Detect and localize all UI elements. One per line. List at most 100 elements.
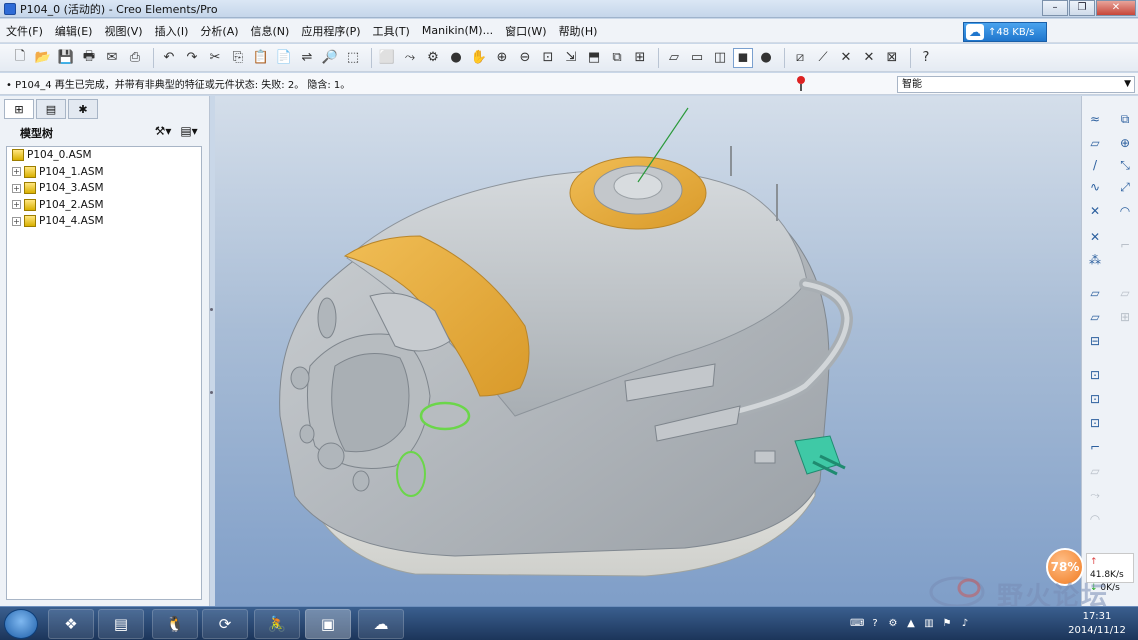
copy-icon[interactable]: ⎘ [228,48,248,68]
point-tags-icon[interactable]: ✕ [859,48,879,68]
cut-icon[interactable]: ✂ [205,48,225,68]
no-hidden-icon[interactable]: ◫ [710,48,730,68]
expand-icon[interactable]: + [12,200,21,210]
tree-root[interactable]: P104_0.ASM [7,147,201,164]
pattern-icon[interactable]: ⊞ [1116,308,1134,326]
taskbar-app-browser[interactable]: ⟳ [202,609,248,639]
network-speed-widget[interactable]: ☁ ↑ 48 KB/s [963,22,1047,42]
menu-help[interactable]: 帮助(H) [559,23,598,39]
taskbar-app-cyclist[interactable]: 🚴 [254,609,300,639]
context-help-icon[interactable]: ? [916,48,936,68]
mirror-icon[interactable]: ⊕ [1116,134,1134,152]
flag-icon[interactable]: ⚑ [940,617,954,631]
zoom-out-icon[interactable]: ⊖ [515,48,535,68]
redo-icon[interactable]: ↷ [182,48,202,68]
reorient-icon[interactable]: ⇲ [561,48,581,68]
menu-insert[interactable]: 插入(I) [155,23,189,39]
tree-item[interactable]: + P104_4.ASM [7,213,201,230]
print-icon[interactable]: 🖶 [79,48,99,68]
help-icon[interactable]: ? [868,617,882,631]
keyboard-icon[interactable]: ⌨ [850,617,864,631]
intersect-icon[interactable]: ⌐ [1116,236,1134,254]
tree-item[interactable]: + P104_2.ASM [7,197,201,214]
network-icon[interactable]: ▥ [922,617,936,631]
solidify-icon[interactable]: ▱ [1116,284,1134,302]
revolve-icon[interactable]: ⊡ [1086,390,1104,408]
zoom-in-icon[interactable]: ⊕ [492,48,512,68]
datum-planes-icon[interactable]: ⧄ [790,48,810,68]
wireframe-icon[interactable]: ▱ [664,48,684,68]
menu-manikin[interactable]: Manikin(M)... [422,24,493,37]
view-manager-icon[interactable]: ⊞ [630,48,650,68]
pipe-icon[interactable]: ⌐ [1086,438,1104,456]
coordinate-system-tool-icon[interactable]: ⁂ [1086,251,1104,269]
expand-icon[interactable]: + [12,183,21,193]
menu-edit[interactable]: 编辑(E) [55,23,93,39]
tree-item[interactable]: + P104_1.ASM [7,164,201,181]
system-clock[interactable]: 17:31 2014/11/12 [1062,610,1132,638]
find-icon[interactable]: 🔎 [320,48,340,68]
create-component-icon[interactable]: ▱ [1086,308,1104,326]
graphics-window[interactable] [215,96,1081,606]
select-box-icon[interactable]: ⬚ [343,48,363,68]
assemble-icon[interactable]: ▱ [1086,284,1104,302]
coordinate-systems-icon[interactable]: ⊠ [882,48,902,68]
chamfer-icon[interactable]: ◠ [1086,510,1104,528]
selection-filter-select[interactable]: 智能 ▼ [897,76,1135,93]
appearance-sphere-icon[interactable]: ● [446,48,466,68]
menu-window[interactable]: 窗口(W) [505,23,546,39]
volume-icon[interactable]: ♪ [958,617,972,631]
menu-view[interactable]: 视图(V) [104,23,142,39]
trim-icon[interactable]: ◠ [1116,202,1134,220]
layers-icon[interactable]: ⧉ [607,48,627,68]
open-file-icon[interactable]: 📂 [33,48,53,68]
datum-point-tool-icon[interactable]: ✕ [1086,202,1104,220]
orient-mode-icon[interactable]: ⚙ [423,48,443,68]
tab-favorites[interactable]: ✱ [68,99,98,119]
taskbar-app-colorful[interactable]: ❖ [48,609,94,639]
cut-out-icon[interactable]: ⊟ [1086,332,1104,350]
tree-item[interactable]: + P104_3.ASM [7,180,201,197]
expand-icon[interactable]: + [12,167,21,177]
spin-center-icon[interactable]: ⤳ [400,48,420,68]
extrude-icon[interactable]: ⊡ [1086,366,1104,384]
menu-tools[interactable]: 工具(T) [373,23,410,39]
repaint-icon[interactable]: ⬜ [377,48,397,68]
close-button[interactable]: ✕ [1096,0,1136,16]
minimize-button[interactable]: – [1042,0,1068,16]
menu-analysis[interactable]: 分析(A) [200,23,238,39]
menu-info[interactable]: 信息(N) [251,23,290,39]
hidden-line-icon[interactable]: ▭ [687,48,707,68]
refit-icon[interactable]: ⊡ [538,48,558,68]
pan-hand-icon[interactable]: ✋ [469,48,489,68]
move-icon[interactable]: ⤡ [1116,156,1134,174]
datum-plane-tool-icon[interactable]: ▱ [1086,134,1104,152]
regenerate-icon[interactable]: ⇌ [297,48,317,68]
pushpin-icon[interactable] [796,76,806,92]
start-button[interactable] [4,609,38,639]
taskbar-app-creo[interactable]: ▣ [305,609,351,639]
taskbar-app-explorer[interactable]: ▤ [98,609,144,639]
shell-icon[interactable]: ▱ [1086,462,1104,480]
panel-resize-handle[interactable] [208,210,214,430]
round-icon[interactable]: ⤳ [1086,486,1104,504]
datum-axes-icon[interactable]: ⟋ [813,48,833,68]
menu-applications[interactable]: 应用程序(P) [301,23,360,39]
speed-meter-ball[interactable]: 78% [1046,548,1084,586]
save-icon[interactable]: 💾 [56,48,76,68]
menu-file[interactable]: 文件(F) [6,23,43,39]
restore-button[interactable]: ❐ [1069,0,1095,16]
enhanced-realism-icon[interactable]: ● [756,48,776,68]
send-mail-icon[interactable]: ✉ [102,48,122,68]
show-hidden-icon[interactable]: ▲ [904,617,918,631]
paste-special-icon[interactable]: 📄 [274,48,294,68]
undo-icon[interactable]: ↶ [159,48,179,68]
taskbar-app-qq[interactable]: 🐧 [152,609,198,639]
taskbar-app-cloud[interactable]: ☁ [358,609,404,639]
saved-views-icon[interactable]: ⬒ [584,48,604,68]
shading-icon[interactable]: ◼ [733,47,753,68]
copy-paste-icon[interactable]: ⧉ [1116,110,1134,128]
new-file-icon[interactable]: 🗋 [10,48,30,68]
tree-settings-icon[interactable]: ⚒▾ [150,124,176,142]
rice-cooker-model[interactable] [215,96,1081,606]
